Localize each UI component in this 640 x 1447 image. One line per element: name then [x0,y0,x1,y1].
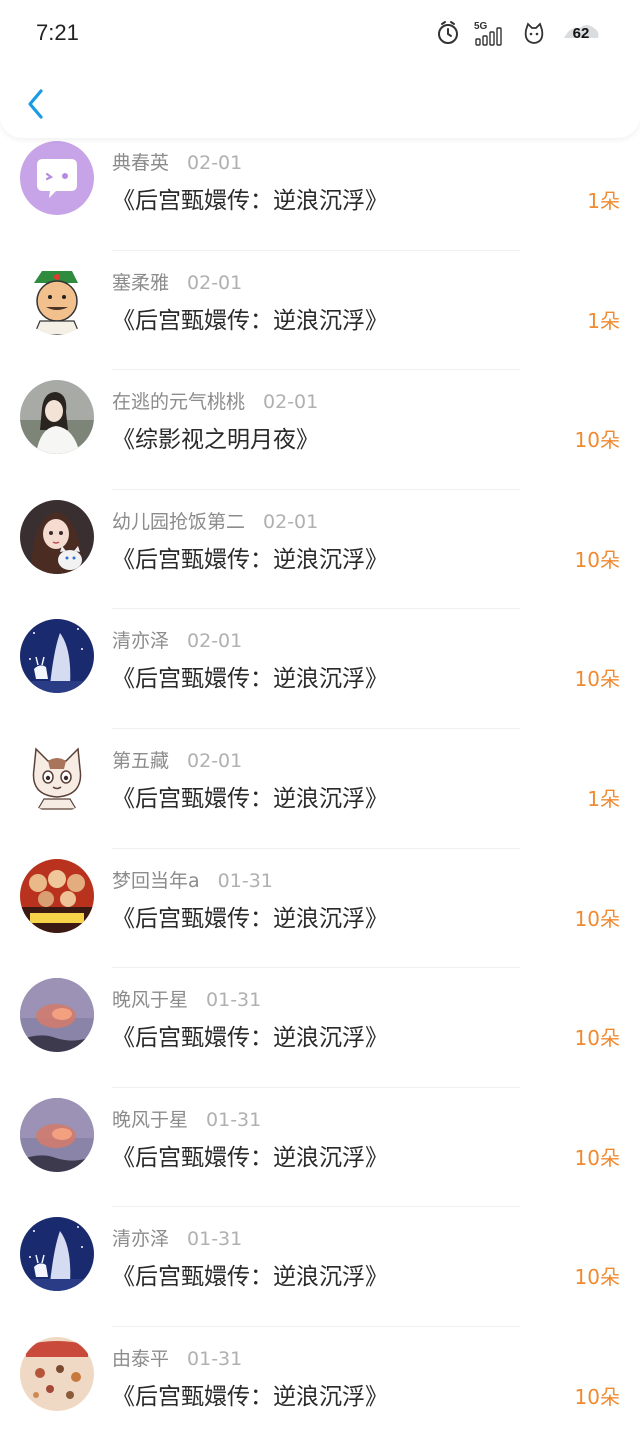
book-title[interactable]: 《后宫甄嬛传：逆浪沉浮》 [112,181,388,215]
list-item[interactable]: 清亦泽 02-01 《后宫甄嬛传：逆浪沉浮》 10朵 [0,609,640,729]
night-deer-avatar[interactable] [20,1217,94,1292]
item-meta: 晚风于星 01-31 [112,1105,261,1132]
list-item[interactable]: 由泰平 01-31 《后宫甄嬛传：逆浪沉浮》 10朵 [0,1327,640,1447]
book-title[interactable]: 《后宫甄嬛传：逆浪沉浮》 [112,659,388,693]
list-item[interactable]: 第五藏 02-01 《后宫甄嬛传：逆浪沉浮》 1朵 [0,729,640,849]
night-deer-avatar[interactable] [20,619,94,694]
top-bar: 7:21 5G 62 [0,0,640,138]
user-name: 清亦泽 [112,1228,170,1251]
battery-level: 62 [572,24,590,42]
item-date: 02-01 [263,391,319,414]
flower-amount: 1朵 [587,786,620,811]
item-meta: 幼儿园抢饭第二 02-01 [112,507,318,534]
flower-amount: 10朵 [574,1265,620,1290]
list-item[interactable]: 清亦泽 01-31 《后宫甄嬛传：逆浪沉浮》 10朵 [0,1207,640,1327]
alarm-icon [436,18,460,48]
list-item[interactable]: 塞柔雅 02-01 《后宫甄嬛传：逆浪沉浮》 1朵 [0,251,640,371]
item-date: 02-01 [187,630,243,653]
book-title[interactable]: 《综影视之明月夜》 [112,420,319,454]
flower-amount: 10朵 [574,428,620,453]
back-button[interactable] [20,84,50,124]
cartoon-man-avatar[interactable] [20,260,94,335]
item-meta: 梦回当年a 01-31 [112,866,273,893]
battery-icon: 62 [560,20,602,46]
book-title[interactable]: 《后宫甄嬛传：逆浪沉浮》 [112,899,388,933]
item-meta: 清亦泽 02-01 [112,626,242,653]
item-meta: 典春英 02-01 [112,148,242,175]
user-name: 在逃的元气桃桃 [112,391,246,414]
item-meta: 由泰平 01-31 [112,1344,242,1371]
user-name: 第五藏 [112,749,170,772]
user-name: 梦回当年a [112,869,200,892]
list-item[interactable]: 梦回当年a 01-31 《后宫甄嬛传：逆浪沉浮》 10朵 [0,849,640,969]
flower-amount: 1朵 [587,189,620,213]
sunset-sky-avatar[interactable] [20,978,94,1053]
user-name: 典春英 [112,152,170,174]
movie-poster-avatar[interactable] [20,858,94,933]
chevron-left-icon [28,89,43,119]
list-item[interactable]: 晚风于星 01-31 《后宫甄嬛传：逆浪沉浮》 10朵 [0,1088,640,1208]
flower-amount: 1朵 [587,308,620,333]
item-date: 02-01 [187,152,243,174]
book-title[interactable]: 《后宫甄嬛传：逆浪沉浮》 [112,779,388,813]
item-date: 01-31 [206,1108,262,1131]
item-date: 01-31 [206,989,262,1012]
flower-amount: 10朵 [574,1026,620,1051]
item-date: 02-01 [187,749,243,772]
gift-record-list: 典春英 02-01 《后宫甄嬛传：逆浪沉浮》 1朵 塞柔雅 02-01 《后宫甄嬛传… [0,131,640,1447]
item-date: 01-31 [187,1347,243,1370]
book-title[interactable]: 《后宫甄嬛传：逆浪沉浮》 [112,1377,388,1411]
user-name: 幼儿园抢饭第二 [112,510,246,533]
item-meta: 在逃的元气桃桃 02-01 [112,387,318,414]
sunset-sky-avatar[interactable] [20,1097,94,1172]
book-title[interactable]: 《后宫甄嬛传：逆浪沉浮》 [112,540,388,574]
status-icons: 5G 62 [436,18,602,48]
speech-bubble-avatar[interactable] [20,141,94,215]
list-item[interactable]: 典春英 02-01 《后宫甄嬛传：逆浪沉浮》 1朵 [0,131,640,251]
cat-status-icon [522,18,546,48]
user-name: 晚风于星 [112,989,189,1012]
svg-text:5G: 5G [474,21,488,32]
book-title[interactable]: 《后宫甄嬛传：逆浪沉浮》 [112,1257,388,1291]
girl-with-cat-avatar[interactable] [20,499,94,574]
item-meta: 塞柔雅 02-01 [112,268,242,295]
list-item[interactable]: 幼儿园抢饭第二 02-01 《后宫甄嬛传：逆浪沉浮》 10朵 [0,490,640,610]
book-title[interactable]: 《后宫甄嬛传：逆浪沉浮》 [112,1138,388,1172]
flower-amount: 10朵 [574,667,620,692]
status-time: 7:21 [36,20,79,45]
item-meta: 第五藏 02-01 [112,746,242,773]
item-date: 01-31 [187,1228,243,1251]
user-name: 晚风于星 [112,1108,189,1131]
flower-amount: 10朵 [574,906,620,931]
item-meta: 清亦泽 01-31 [112,1224,242,1251]
cartoon-cat-avatar[interactable] [20,738,94,813]
item-meta: 晚风于星 01-31 [112,985,261,1012]
list-item[interactable]: 晚风于星 01-31 《后宫甄嬛传：逆浪沉浮》 10朵 [0,968,640,1088]
book-title[interactable]: 《后宫甄嬛传：逆浪沉浮》 [112,1018,388,1052]
flower-amount: 10朵 [574,1384,620,1409]
user-name: 塞柔雅 [112,271,170,294]
item-date: 01-31 [217,869,273,892]
craft-items-avatar[interactable] [20,1336,94,1411]
woman-photo-avatar[interactable] [20,380,94,455]
flower-amount: 10朵 [574,547,620,572]
list-item[interactable]: 在逃的元气桃桃 02-01 《综影视之明月夜》 10朵 [0,370,640,490]
user-name: 由泰平 [112,1347,170,1370]
signal-5g-icon: 5G [474,18,508,48]
flower-amount: 10朵 [574,1145,620,1170]
item-date: 02-01 [187,271,243,294]
user-name: 清亦泽 [112,630,170,653]
book-title[interactable]: 《后宫甄嬛传：逆浪沉浮》 [112,301,388,335]
item-date: 02-01 [263,510,319,533]
